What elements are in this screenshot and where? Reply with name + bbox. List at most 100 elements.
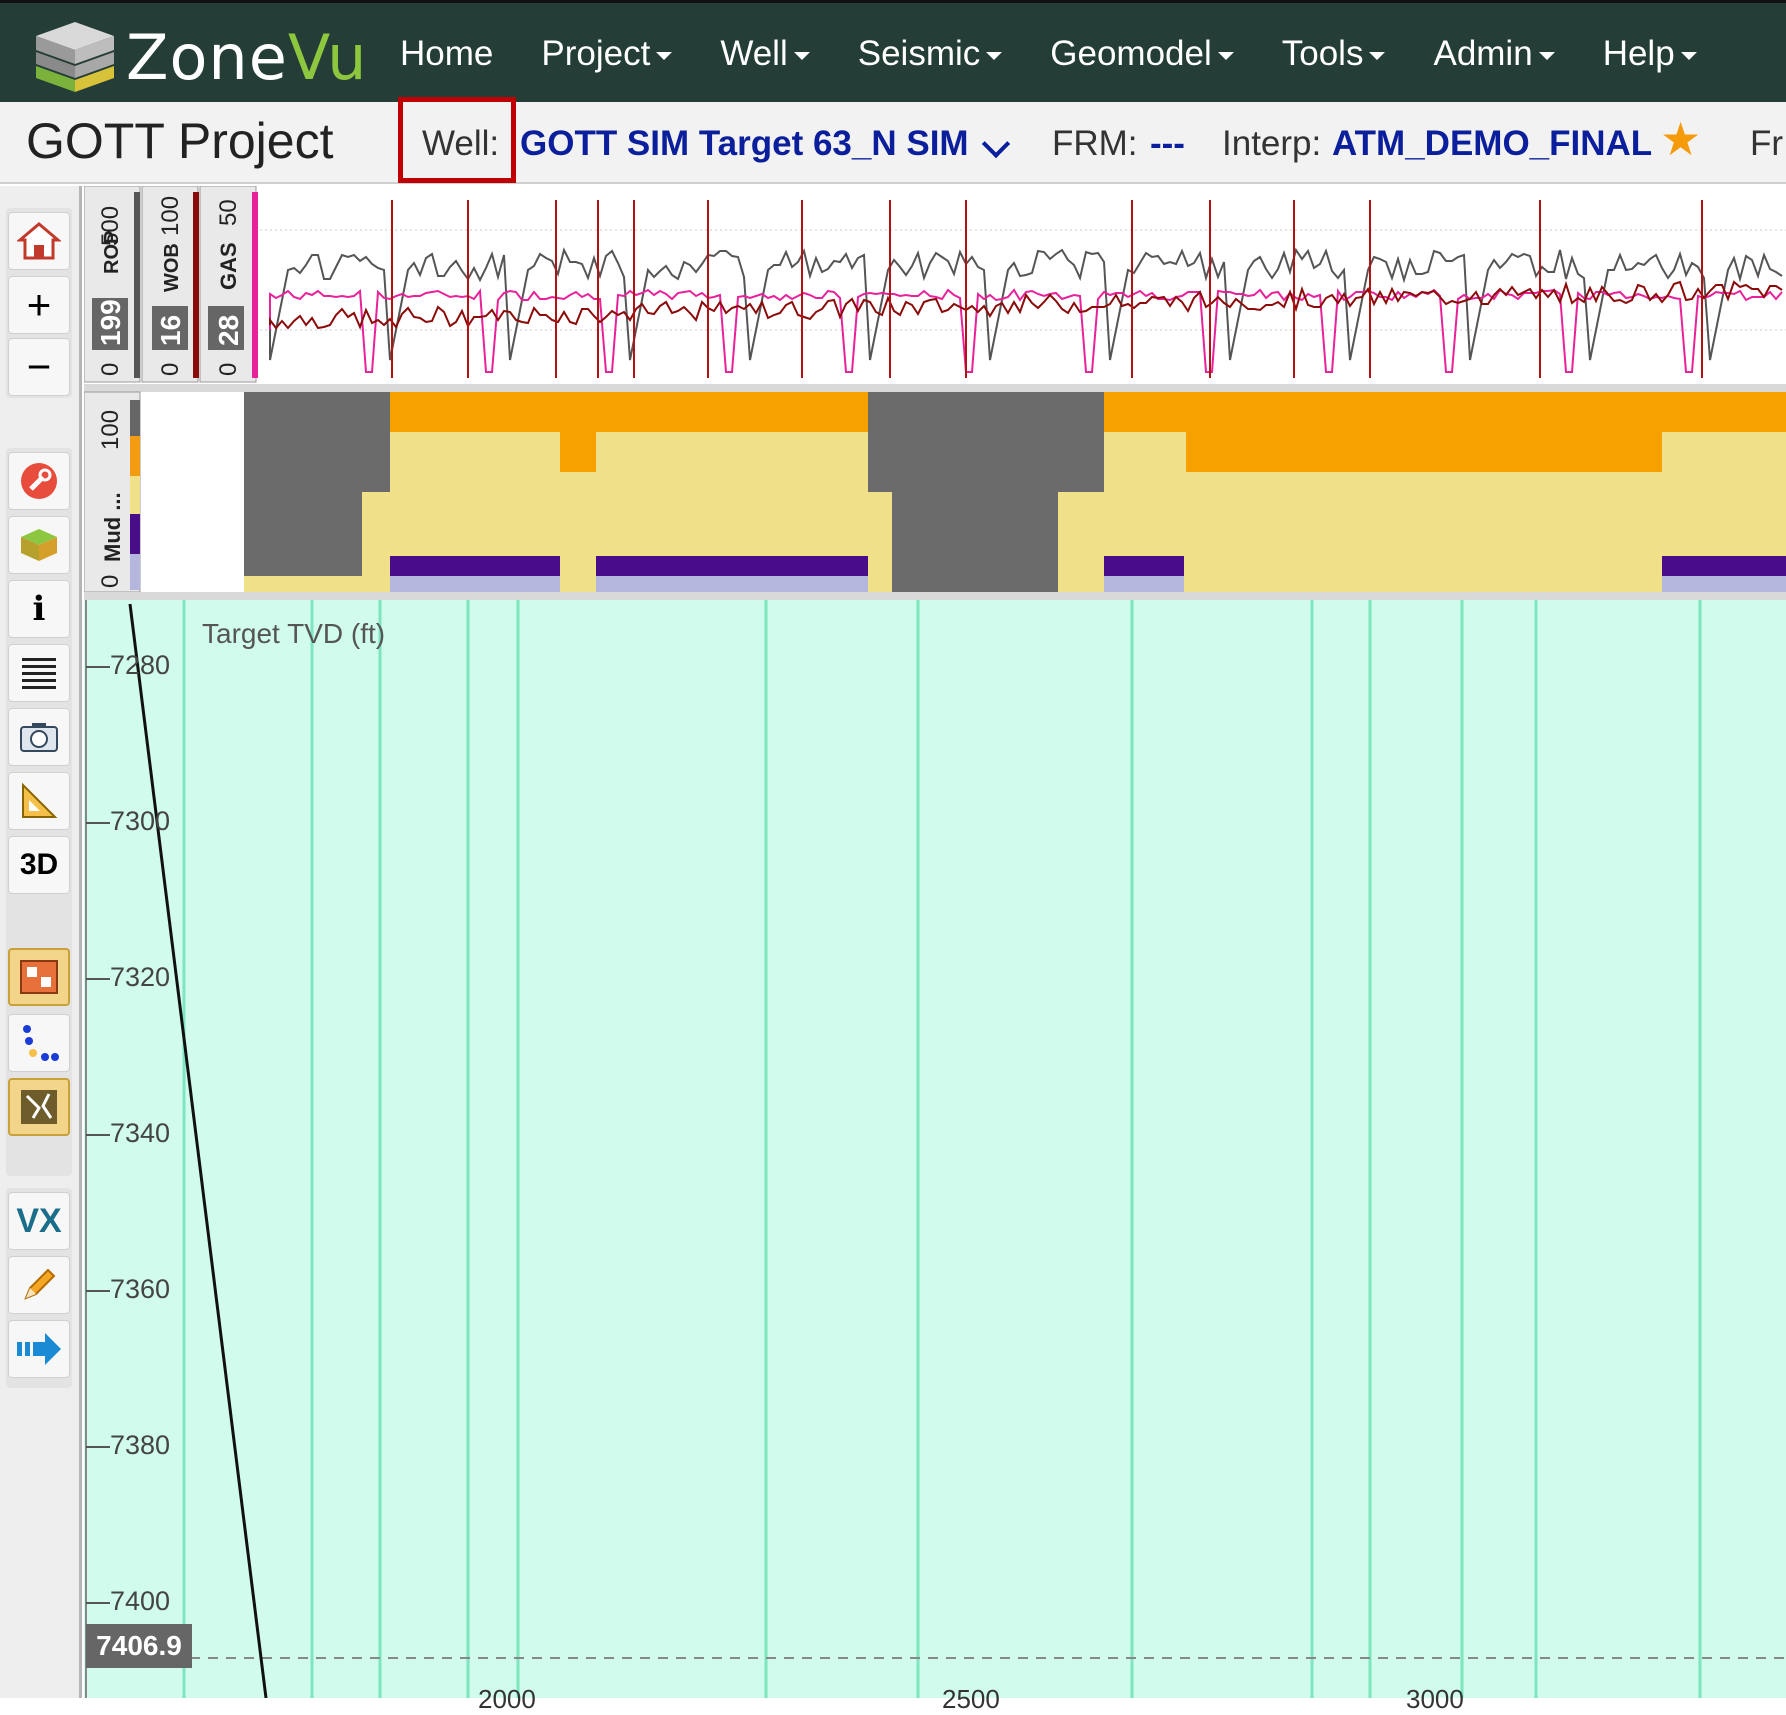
depth-tick-label: 7380	[110, 1430, 171, 1460]
lith-block	[1186, 432, 1662, 472]
pencil-icon	[24, 1268, 56, 1300]
well-selector[interactable]: GOTT SIM Target 63_N SIM	[520, 124, 969, 164]
well-label: Well:	[422, 124, 500, 163]
rop-value: 199	[95, 299, 126, 346]
bottom-tick-3: 3000	[1406, 1684, 1464, 1714]
caret-down-icon	[1680, 52, 1697, 60]
section-background	[84, 600, 1786, 1698]
arrow-right-button[interactable]	[8, 1320, 70, 1378]
gas-min: 0	[215, 363, 242, 376]
well-section-svg[interactable]: 0 500 ROP 199 0 100 WOB 16 0 50 GAS 28 0…	[84, 186, 1786, 1698]
zonevu-logo[interactable]: ZoneVu	[34, 17, 367, 97]
home-button[interactable]	[8, 212, 70, 270]
nav-seismic[interactable]: Seismic	[858, 34, 1003, 74]
lith-block	[1662, 556, 1786, 576]
depth-tick-label: 7320	[110, 962, 171, 992]
lith-block	[892, 492, 1058, 592]
lith-min: 0	[97, 575, 124, 588]
gas-max: 50	[215, 199, 242, 226]
pencil-button[interactable]	[8, 1256, 70, 1314]
bottom-tick-2: 2500	[942, 1684, 1000, 1714]
nav-tools[interactable]: Tools	[1282, 34, 1386, 74]
bottom-tick-1: 2000	[478, 1684, 536, 1714]
depth-tick-label: 7300	[110, 806, 171, 836]
camera-button[interactable]	[8, 708, 70, 766]
vx-button[interactable]: VX	[8, 1192, 70, 1250]
nav-home[interactable]: Home	[400, 34, 493, 74]
logo-text: ZoneVu	[126, 20, 368, 94]
caret-down-icon	[793, 52, 810, 60]
home-icon	[17, 222, 61, 260]
truncated-label: Fr	[1750, 124, 1784, 163]
depth-tick-label: 7360	[110, 1274, 171, 1304]
list-button[interactable]	[8, 644, 70, 702]
caret-down-icon	[1217, 52, 1234, 60]
lith-block	[244, 392, 390, 492]
nav-project[interactable]: Project	[541, 34, 673, 74]
lithology-track[interactable]	[244, 392, 1786, 592]
depth-tick-label: 7340	[110, 1118, 171, 1148]
fault-icon	[21, 1090, 57, 1124]
nav-geomodel[interactable]: Geomodel	[1050, 34, 1234, 74]
top-navbar: ZoneVu Home Project Well Seismic Geomode…	[0, 0, 1786, 102]
depth-tick-mark	[86, 1134, 110, 1136]
interp-label: Interp:	[1222, 124, 1322, 163]
depth-tick-mark	[86, 666, 110, 668]
rop-track-color	[134, 192, 140, 378]
caret-down-icon	[1369, 52, 1386, 60]
ruler-button[interactable]	[8, 772, 70, 830]
nav-well[interactable]: Well	[720, 34, 810, 74]
panel-toggle-icon	[20, 960, 58, 994]
interp-selector[interactable]: ATM_DEMO_FINAL	[1332, 124, 1652, 164]
depth-tick-label: 7400	[110, 1586, 171, 1616]
zoom-out-button[interactable]: −	[8, 338, 70, 396]
wrench-button[interactable]	[8, 452, 70, 510]
wob-name: WOB	[161, 243, 183, 292]
lith-block	[560, 432, 596, 472]
3d-view-button[interactable]: 3D	[8, 836, 70, 894]
wob-min: 0	[157, 363, 184, 376]
lith-block	[390, 576, 560, 592]
lith-block	[1104, 576, 1184, 592]
caret-down-icon	[656, 52, 673, 60]
current-depth-badge: 7406.9	[86, 1624, 192, 1668]
wrench-icon	[21, 463, 57, 499]
points-button[interactable]	[8, 1014, 70, 1072]
project-title[interactable]: GOTT Project	[26, 112, 333, 170]
lith-max: 100	[97, 410, 124, 450]
zoom-out-icon: −	[26, 343, 52, 390]
panel-toggle-button[interactable]	[8, 948, 70, 1006]
wob-value: 16	[155, 315, 186, 346]
lith-block	[1104, 392, 1786, 432]
zoom-in-button[interactable]: +	[8, 276, 70, 334]
zoom-in-icon: +	[26, 281, 52, 328]
wob-max: 100	[157, 196, 184, 236]
frm-selector[interactable]: ---	[1150, 124, 1185, 164]
lith-block	[390, 392, 868, 432]
lith-block	[868, 392, 1104, 492]
main-nav: Home Project Well Seismic Geomodel Tools…	[400, 3, 1745, 105]
info-button[interactable]: i	[8, 580, 70, 638]
logo-cube-icon	[36, 22, 114, 92]
gas-value: 28	[213, 315, 244, 346]
lith-block	[1104, 556, 1184, 576]
nav-admin[interactable]: Admin	[1433, 34, 1555, 74]
caret-down-icon	[986, 52, 1003, 60]
vx-icon: VX	[16, 1201, 62, 1240]
lith-block	[596, 556, 868, 576]
main-canvas[interactable]: 0 500 ROP 199 0 100 WOB 16 0 50 GAS 28 0…	[84, 186, 1786, 1698]
frm-label: FRM:	[1052, 124, 1138, 163]
fault-button[interactable]	[8, 1078, 70, 1136]
favorite-star-icon[interactable]: ★	[1660, 116, 1701, 162]
caret-down-icon	[1538, 52, 1555, 60]
lith-block	[1662, 576, 1786, 592]
lith-name: Mud ...	[100, 492, 125, 562]
rop-min: 0	[97, 363, 124, 376]
list-icon	[22, 658, 56, 689]
depth-tick-mark	[86, 1602, 110, 1604]
layers-button[interactable]	[8, 516, 70, 574]
depth-tick-mark	[86, 1290, 110, 1292]
nav-help[interactable]: Help	[1603, 34, 1697, 74]
axis-title: Target TVD (ft)	[202, 618, 386, 649]
3d-icon: 3D	[19, 848, 59, 881]
